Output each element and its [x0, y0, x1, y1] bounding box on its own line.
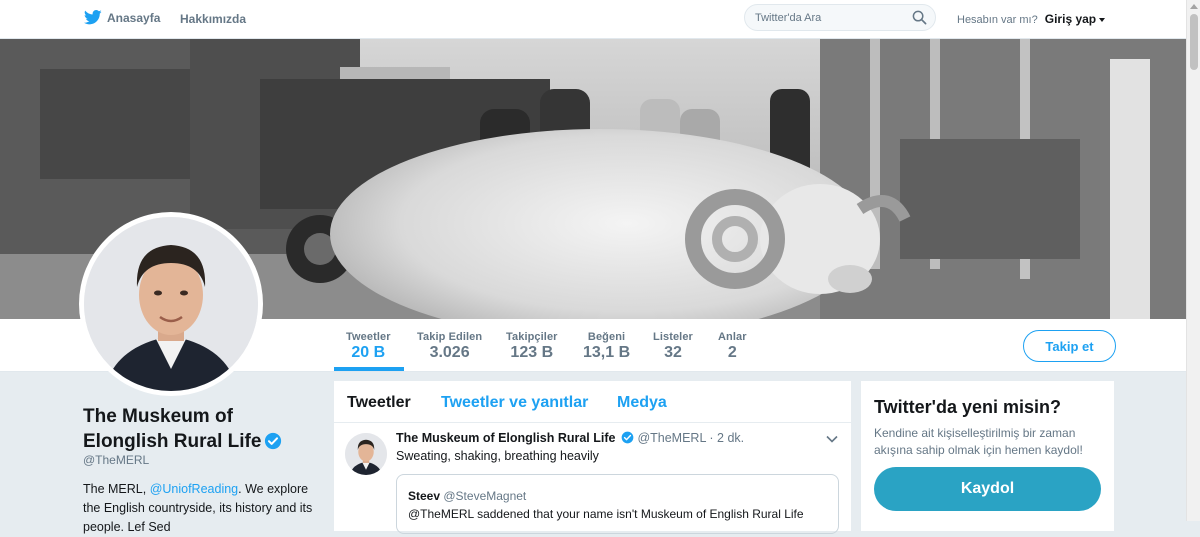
search-input[interactable] — [755, 9, 905, 26]
verified-badge-icon — [265, 432, 282, 450]
profile-bio: The MERL, @UniofReading. We explore the … — [83, 480, 323, 537]
stat-lists[interactable]: Listeler 32 — [653, 331, 693, 362]
profile-avatar[interactable] — [79, 212, 263, 396]
timeline-panel: Tweetler Tweetler ve yanıtlar Medya The … — [334, 381, 851, 534]
stat-label: Beğeni — [587, 331, 626, 343]
home-label: Anasayfa — [107, 10, 161, 25]
bio-text: The MERL, — [83, 482, 150, 496]
tweet-text: Sweating, shaking, breathing heavily — [396, 449, 599, 463]
caret-down-icon — [1099, 17, 1106, 22]
quote-author-handle: @SteveMagnet — [443, 489, 527, 503]
stat-label: Takip Edilen — [417, 331, 483, 343]
timeline-tabs: Tweetler Tweetler ve yanıtlar Medya — [334, 381, 851, 423]
signup-button[interactable]: Kaydol — [874, 467, 1101, 511]
twitter-bird-icon — [84, 10, 102, 25]
profile-name: The Muskeum of Elonglish Rural Life — [83, 404, 283, 454]
stat-following[interactable]: Takip Edilen 3.026 — [417, 331, 482, 362]
tab-media[interactable]: Medya — [617, 394, 667, 412]
tweet-author-name[interactable]: The Muskeum of Elonglish Rural Life — [396, 431, 615, 445]
stat-likes[interactable]: Beğeni 13,1 B — [583, 331, 630, 362]
home-link[interactable]: Anasayfa — [84, 10, 160, 25]
signup-description: Kendine ait kişiselleştirilmiş bir zaman… — [874, 426, 1083, 457]
tweet-item[interactable]: The Muskeum of Elonglish Rural Life @The… — [334, 423, 851, 534]
tweet-timestamp[interactable]: · 2 dk. — [709, 431, 744, 445]
quote-header: Steev @SteveMagnet — [408, 489, 526, 503]
stat-value: 123 B — [510, 344, 554, 361]
stat-value: 2 — [727, 344, 737, 361]
scrollbar-thumb[interactable] — [1190, 14, 1198, 70]
stat-label: Tweetler — [346, 331, 391, 343]
stat-tweets[interactable]: Tweetler 20 B — [346, 331, 391, 362]
login-area: Hesabın var mı? Giriş yap — [957, 12, 1106, 26]
stat-label: Listeler — [653, 331, 693, 343]
stat-value: 3.026 — [429, 344, 470, 361]
scroll-up-arrow-icon[interactable] — [1190, 4, 1198, 9]
page-scrollbar[interactable] — [1186, 0, 1200, 521]
search-icon[interactable] — [912, 10, 927, 25]
verified-badge-icon — [621, 431, 634, 444]
tweet-author-handle[interactable]: @TheMERL — [637, 431, 706, 445]
search-box[interactable] — [744, 4, 936, 31]
stat-label: Takipçiler — [506, 331, 558, 343]
login-label: Giriş yap — [1044, 12, 1097, 26]
tweet-header: The Muskeum of Elonglish Rural Life @The… — [396, 431, 744, 445]
chevron-down-icon[interactable] — [826, 435, 838, 443]
stat-value: 32 — [664, 344, 682, 361]
quote-author-name: Steev — [408, 489, 441, 503]
login-link[interactable]: Giriş yap — [1044, 12, 1106, 26]
tweet-avatar[interactable] — [345, 433, 387, 475]
stat-followers[interactable]: Takipçiler 123 B — [506, 331, 558, 362]
about-link[interactable]: Hakkımızda — [180, 12, 246, 26]
top-navigation-bar: Anasayfa Hakkımızda Hesabın var mı? Giri… — [0, 0, 1186, 39]
profile-handle[interactable]: @TheMERL — [83, 453, 149, 467]
quoted-tweet[interactable]: Steev @SteveMagnet @TheMERL saddened tha… — [396, 474, 839, 534]
avatar-photo — [84, 217, 258, 391]
account-prompt: Hesabın var mı? — [957, 14, 1038, 26]
quote-text: @TheMERL saddened that your name isn't M… — [408, 507, 804, 521]
stat-label: Anlar — [718, 331, 747, 343]
profile-name-text: The Muskeum of Elonglish Rural Life — [83, 406, 262, 452]
follow-button[interactable]: Takip et — [1023, 330, 1116, 362]
tab-tweets-and-replies[interactable]: Tweetler ve yanıtlar — [441, 394, 588, 412]
tab-tweets[interactable]: Tweetler — [347, 394, 411, 412]
active-stat-underline — [334, 367, 404, 371]
stat-value: 20 B — [351, 344, 386, 361]
signup-title: Twitter'da yeni misin? — [874, 397, 1061, 417]
stat-moments[interactable]: Anlar 2 — [718, 331, 747, 362]
stat-value: 13,1 B — [583, 344, 631, 361]
bio-mention-link[interactable]: @UniofReading — [150, 482, 238, 496]
signup-card: Twitter'da yeni misin? Kendine ait kişis… — [861, 381, 1114, 531]
